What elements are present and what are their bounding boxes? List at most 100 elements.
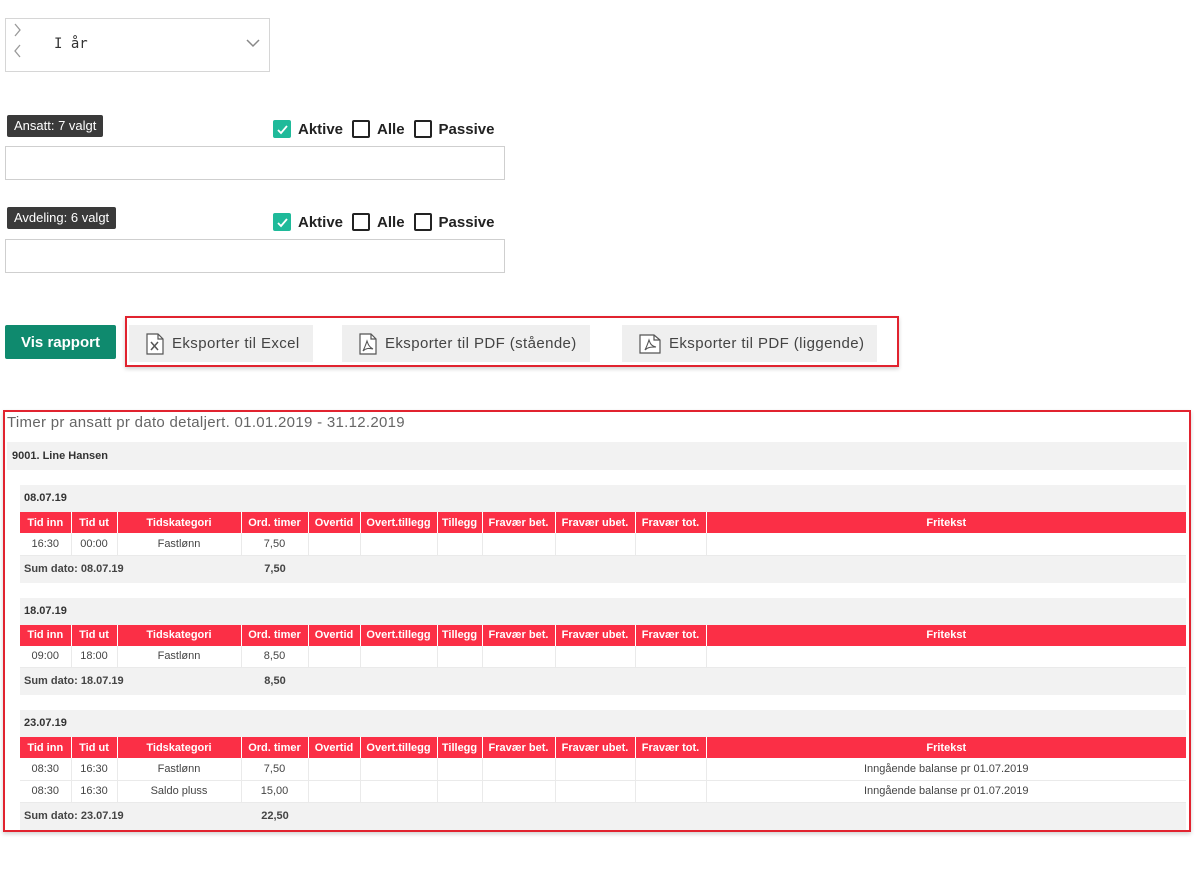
- table-cell: Fastlønn: [116, 758, 241, 781]
- table-cell: [554, 758, 635, 781]
- date-header: 23.07.19: [20, 710, 1186, 737]
- report-panel: Timer pr ansatt pr dato detaljert. 01.01…: [3, 410, 1191, 832]
- table-cell: [436, 533, 482, 556]
- table-cell: [359, 780, 437, 803]
- table-cell: 8,50: [240, 645, 308, 668]
- employee-all-label: Alle: [377, 120, 405, 138]
- date-block: 08.07.19 Tid inn Tid ut Tidskategori Ord. ti…: [20, 485, 1186, 583]
- export-pdf-landscape-button[interactable]: Eksporter til PDF (liggende): [622, 325, 878, 362]
- table-header-row: Tid inn Tid ut Tidskategori Ord. timer Overt…: [20, 512, 1186, 533]
- table-cell: [634, 645, 706, 668]
- table-cell: [359, 645, 437, 668]
- sum-value: 8,50: [264, 675, 286, 687]
- employee-active-checkbox[interactable]: [273, 120, 291, 138]
- date-header: 08.07.19: [20, 485, 1186, 512]
- column-header: Fritekst: [705, 624, 1186, 646]
- show-report-button[interactable]: Vis rapport: [5, 325, 116, 359]
- period-stepper[interactable]: [13, 23, 27, 65]
- report-days: 08.07.19 Tid inn Tid ut Tidskategori Ord. ti…: [20, 485, 1186, 845]
- department-status-options: Aktive Alle Passive: [273, 212, 494, 232]
- table-cell: [436, 645, 482, 668]
- employee-option-all[interactable]: Alle: [352, 120, 405, 138]
- table-cell: [359, 758, 437, 781]
- table-cell: [436, 758, 482, 781]
- column-header: Fravær ubet.: [554, 624, 635, 646]
- table-cell: [481, 758, 555, 781]
- pdf-file-icon: [359, 332, 377, 355]
- export-pdf-landscape-label: Eksporter til PDF (liggende): [669, 335, 865, 352]
- table-cell: [481, 533, 555, 556]
- date-sum-row: Sum dato: 08.07.19 7,50: [20, 555, 1186, 583]
- table-cell: Fastlønn: [116, 645, 241, 668]
- table-cell: 16:30: [20, 533, 71, 556]
- table-cell: [307, 533, 360, 556]
- column-header: Fravær tot.: [634, 512, 706, 533]
- employee-all-checkbox[interactable]: [352, 120, 371, 138]
- date-block: 23.07.19 Tid inn Tid ut Tidskategori Ord. ti…: [20, 710, 1186, 830]
- department-active-checkbox[interactable]: [273, 213, 291, 231]
- department-filter-tag: Avdeling: 6 valgt: [7, 207, 117, 229]
- date-sum-row: Sum dato: 18.07.19 8,50: [20, 668, 1186, 695]
- report-title: Timer pr ansatt pr dato detaljert. 01.01…: [7, 414, 405, 431]
- period-value: I år: [54, 36, 88, 52]
- employee-header: 9001. Line Hansen: [7, 442, 1187, 470]
- table-cell: [307, 758, 360, 781]
- export-pdf-portrait-button[interactable]: Eksporter til PDF (stående): [342, 325, 590, 362]
- column-header: Overt.tillegg: [359, 512, 437, 533]
- sum-value: 22,50: [261, 809, 289, 822]
- sum-label: Sum dato: 18.07.19: [24, 675, 124, 687]
- table-cell: [481, 780, 555, 803]
- table-cell: [554, 780, 635, 803]
- employee-option-active[interactable]: Aktive: [273, 120, 343, 138]
- period-select[interactable]: I år: [5, 18, 270, 72]
- employee-status-options: Aktive Alle Passive: [273, 119, 494, 139]
- column-header: Tid inn: [20, 737, 71, 758]
- time-entries-table: Tid inn Tid ut Tidskategori Ord. timer Overt…: [20, 512, 1186, 556]
- employee-select-field[interactable]: [5, 146, 505, 180]
- table-cell: [554, 645, 635, 668]
- column-header: Tillegg: [436, 512, 482, 533]
- table-cell: 16:30: [70, 758, 117, 781]
- employee-option-passive[interactable]: Passive: [413, 120, 494, 138]
- department-option-passive[interactable]: Passive: [413, 213, 495, 231]
- department-all-checkbox[interactable]: [352, 213, 371, 231]
- column-header: Fravær bet.: [481, 512, 555, 533]
- table-cell: [359, 533, 437, 556]
- column-header: Ord. timer: [240, 624, 308, 646]
- table-header-row: Tid inn Tid ut Tidskategori Ord. timer Overt…: [20, 624, 1186, 646]
- department-option-active[interactable]: Aktive: [273, 213, 343, 231]
- table-row: 09:00 18:00 Fastlønn 8,50: [20, 645, 1186, 668]
- export-excel-button[interactable]: Eksporter til Excel: [129, 325, 313, 362]
- column-header: Ord. timer: [240, 737, 308, 758]
- employee-passive-checkbox[interactable]: [413, 120, 432, 138]
- department-passive-checkbox[interactable]: [413, 213, 432, 231]
- table-cell: [705, 645, 1186, 668]
- table-cell: Fastlønn: [116, 533, 241, 556]
- chevron-down-icon[interactable]: [246, 39, 260, 48]
- department-select-field[interactable]: [5, 239, 505, 273]
- time-entries-table: Tid inn Tid ut Tidskategori Ord. timer Overt…: [20, 624, 1186, 668]
- department-option-all[interactable]: Alle: [352, 213, 405, 231]
- table-cell: [554, 533, 635, 556]
- export-buttons-group: Eksporter til Excel Eksporter til PDF (s…: [125, 316, 899, 367]
- time-entries-table: Tid inn Tid ut Tidskategori Ord. timer Overt…: [20, 737, 1186, 803]
- column-header: Fritekst: [705, 737, 1186, 758]
- table-cell: Saldo pluss: [116, 780, 241, 803]
- column-header: Overt.tillegg: [359, 624, 437, 646]
- sum-value: 7,50: [264, 562, 286, 575]
- table-cell: 7,50: [240, 758, 308, 781]
- chevron-right-icon[interactable]: [13, 23, 22, 37]
- chevron-left-icon[interactable]: [13, 44, 22, 58]
- date-header: 18.07.19: [20, 597, 1186, 625]
- department-passive-label: Passive: [438, 213, 495, 231]
- excel-file-icon: [146, 332, 164, 355]
- table-cell: 08:30: [20, 780, 71, 803]
- table-cell: [634, 533, 706, 556]
- table-row: 08:30 16:30 Saldo pluss 15,00 Inngående bala…: [20, 780, 1186, 803]
- column-header: Tid inn: [20, 624, 71, 646]
- date-block: 18.07.19 Tid inn Tid ut Tidskategori Ord. ti…: [20, 597, 1186, 695]
- column-header: Overt.tillegg: [359, 737, 437, 758]
- table-cell: [705, 533, 1186, 556]
- table-row: 16:30 00:00 Fastlønn 7,50: [20, 533, 1186, 556]
- table-cell: [307, 645, 360, 668]
